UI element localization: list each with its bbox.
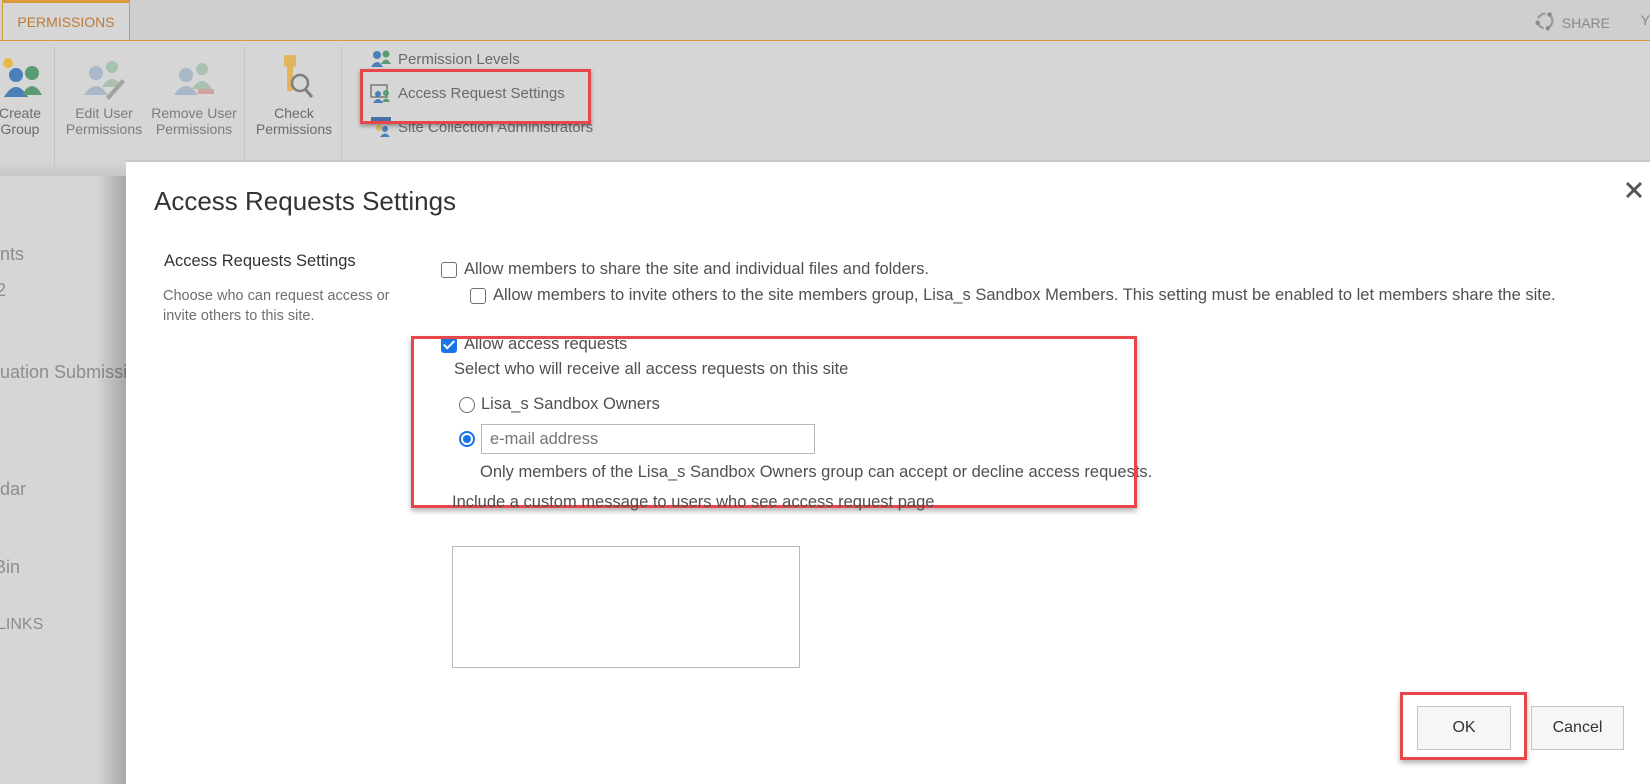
edit-user-permissions-icon bbox=[80, 51, 128, 101]
remove-user-permissions-button[interactable]: Remove User Permissions bbox=[148, 51, 240, 137]
section-title: Access Requests Settings bbox=[164, 252, 356, 270]
access-requests-dialog: Access Requests Settings Access Requests… bbox=[126, 160, 1650, 784]
edit-user-permissions-button[interactable]: Edit User Permissions bbox=[64, 51, 144, 137]
permission-levels-button[interactable]: Permission Levels bbox=[370, 49, 520, 69]
share-site-checkbox[interactable] bbox=[441, 261, 457, 278]
check-permissions-button[interactable]: Check Permissions bbox=[252, 51, 336, 137]
share-label: SHARE bbox=[1561, 14, 1610, 31]
nav-item[interactable]: 2 bbox=[0, 280, 6, 301]
nav-item[interactable]: Bin bbox=[0, 557, 20, 578]
permission-levels-icon bbox=[370, 49, 392, 69]
share-site-option[interactable]: Allow members to share the site and indi… bbox=[441, 260, 929, 279]
follow-button-partial[interactable]: Y bbox=[1641, 12, 1650, 28]
create-group-button[interactable]: Create Group bbox=[0, 51, 50, 137]
ribbon: Create Group Edit User Permissions Remov… bbox=[0, 41, 1650, 201]
invite-others-option[interactable]: Allow members to invite others to the si… bbox=[470, 286, 1556, 305]
cancel-button[interactable]: Cancel bbox=[1531, 706, 1624, 750]
custom-message-label: Include a custom message to users who se… bbox=[452, 493, 935, 511]
close-icon bbox=[1625, 181, 1643, 199]
ribbon-separator bbox=[341, 47, 342, 169]
tab-permissions[interactable]: PERMISSIONS bbox=[2, 0, 130, 40]
ok-button[interactable]: OK bbox=[1417, 706, 1511, 750]
invite-others-checkbox[interactable] bbox=[470, 287, 486, 304]
access-requests-highlight bbox=[411, 336, 1137, 508]
remove-user-permissions-icon bbox=[170, 51, 218, 101]
access-request-settings-highlight bbox=[360, 69, 591, 124]
create-group-icon bbox=[0, 51, 44, 101]
close-button[interactable] bbox=[1622, 178, 1646, 202]
nav-item[interactable]: dar bbox=[0, 479, 26, 500]
top-bar: PERMISSIONS SHARE Y bbox=[0, 0, 1650, 41]
left-navigation: nts 2 uation Submissi dar Bin LINKS bbox=[0, 176, 126, 784]
section-description: Choose who can request access or invite … bbox=[163, 288, 390, 324]
check-permissions-icon bbox=[270, 51, 318, 101]
nav-item[interactable]: nts bbox=[0, 244, 24, 265]
share-icon bbox=[1534, 10, 1556, 35]
custom-message-textarea[interactable] bbox=[452, 546, 800, 668]
dialog-title: Access Requests Settings bbox=[154, 186, 457, 216]
nav-links-heading: LINKS bbox=[0, 616, 44, 633]
share-button[interactable]: SHARE bbox=[1534, 10, 1610, 35]
ribbon-separator bbox=[54, 47, 55, 169]
modal-edge-shadow bbox=[96, 176, 126, 784]
ribbon-separator bbox=[244, 47, 245, 169]
